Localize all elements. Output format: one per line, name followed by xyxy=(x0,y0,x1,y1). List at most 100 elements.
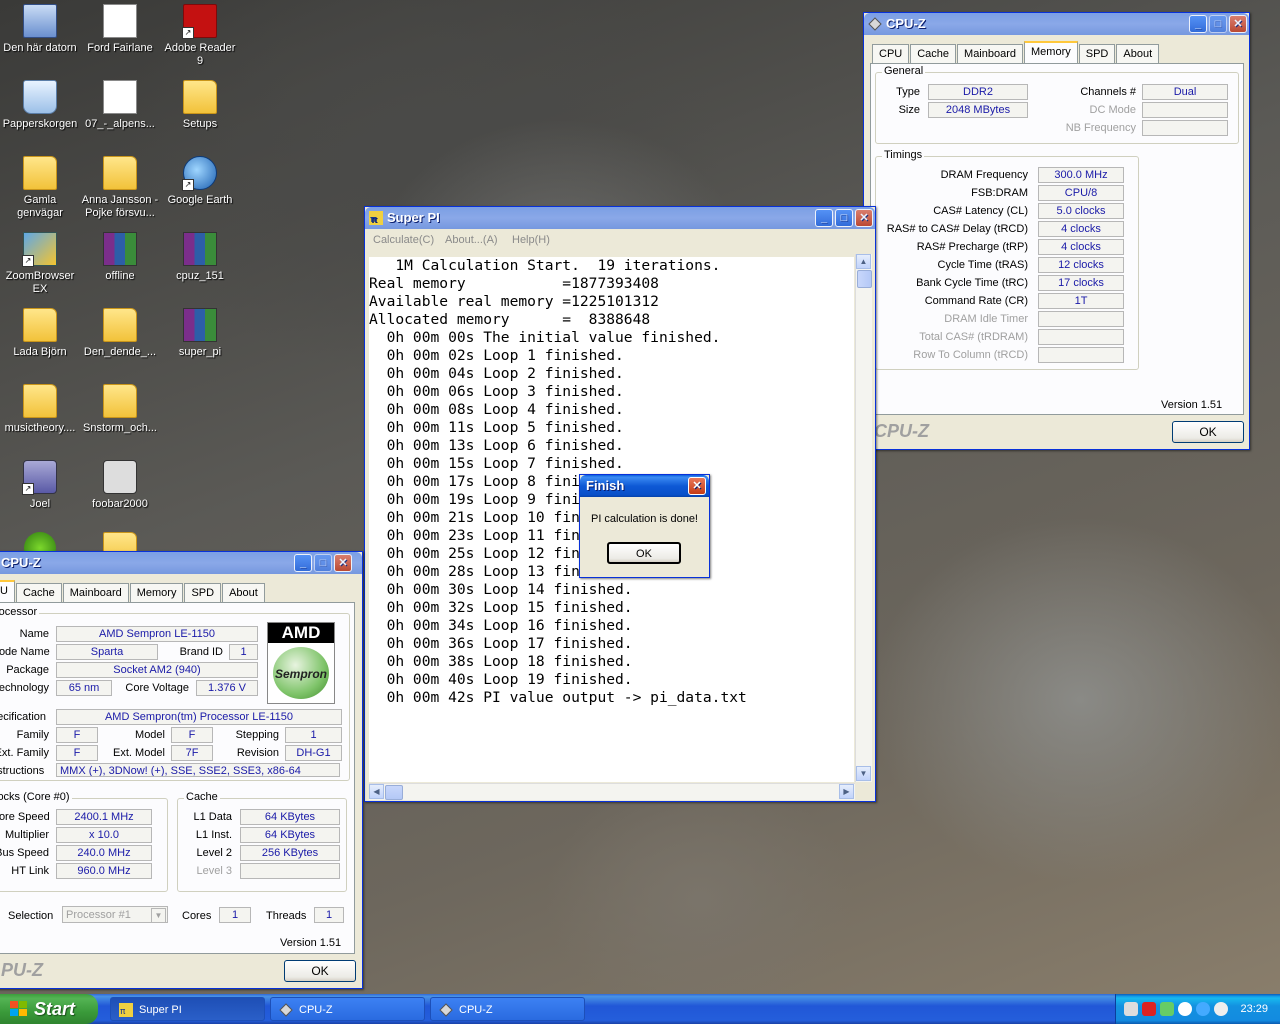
scroll-down-button[interactable]: ▼ xyxy=(856,766,871,781)
scroll-right-button[interactable]: ▶ xyxy=(839,784,854,799)
volume-icon[interactable] xyxy=(1124,1002,1138,1016)
menu-about[interactable]: About...(A) xyxy=(445,230,498,250)
desktop-icon[interactable]: ↗ Google Earth xyxy=(160,154,240,207)
rar-icon xyxy=(183,232,217,266)
desktop-icon[interactable]: ↗ ZoomBrowser EX xyxy=(0,230,80,296)
menu-calculate[interactable]: Calculate(C) xyxy=(373,230,434,250)
desktop-icon[interactable]: Setups xyxy=(160,78,240,131)
desktop-icon[interactable]: ↗ Adobe Reader 9 xyxy=(160,2,240,68)
desktop-icon[interactable]: Anna Jansson - Pojke försvu... xyxy=(80,154,160,220)
bluetooth-icon[interactable] xyxy=(1214,1002,1228,1016)
tab-mainboard[interactable]: Mainboard xyxy=(957,44,1024,64)
update-icon[interactable] xyxy=(1196,1002,1210,1016)
package-label: Package xyxy=(6,664,49,676)
desktop-icon[interactable]: super_pi xyxy=(160,306,240,359)
tab-spd[interactable]: SPD xyxy=(184,583,222,603)
horizontal-scrollbar[interactable]: ◀ ▶ xyxy=(369,783,855,800)
model-value: F xyxy=(171,727,213,743)
cpuz-cpu-titlebar[interactable]: CPU-Z _ □ ✕ xyxy=(0,552,362,574)
finish-titlebar[interactable]: Finish ✕ xyxy=(580,475,709,497)
core-speed-value: 2400.1 MHz xyxy=(56,809,152,825)
processor-select[interactable]: Processor #1 ▼ xyxy=(62,906,168,923)
cache-group: Cache L1 Data 64 KBytes L1 Inst. 64 KByt… xyxy=(177,791,347,892)
ok-button[interactable]: OK xyxy=(607,542,681,564)
tab-cpu[interactable]: U xyxy=(0,580,15,604)
desktop-icon[interactable]: Den här datorn xyxy=(0,2,80,55)
desktop-icon[interactable]: Lada Björn xyxy=(0,306,80,359)
clock[interactable]: 23:29 xyxy=(1240,994,1268,1024)
desktop-icon[interactable]: foobar2000 xyxy=(80,458,160,511)
desktop-icon[interactable]: ↗ Joel xyxy=(0,458,80,511)
hscroll-thumb[interactable] xyxy=(385,785,403,800)
maximize-button[interactable]: □ xyxy=(1209,15,1227,33)
desktop-icon[interactable]: Ford Fairlane xyxy=(80,2,160,55)
desktop-icon[interactable]: offline xyxy=(80,230,160,283)
finish-dialog[interactable]: Finish ✕ PI calculation is done! OK xyxy=(579,474,710,578)
tab-cache[interactable]: Cache xyxy=(15,583,62,603)
timing-value xyxy=(1038,329,1124,345)
cpuz-memory-titlebar[interactable]: CPU-Z _ □ ✕ xyxy=(864,13,1249,35)
tab-about[interactable]: About xyxy=(1116,44,1160,64)
multiplier-value: x 10.0 xyxy=(56,827,152,843)
menu-help[interactable]: Help(H) xyxy=(512,230,550,250)
desktop-icon[interactable]: musictheory.... xyxy=(0,382,80,435)
close-button[interactable]: ✕ xyxy=(334,554,352,572)
close-button[interactable]: ✕ xyxy=(688,477,706,495)
taskbar-item-cpuz-2[interactable]: CPU-Z xyxy=(430,997,585,1021)
tab-spd[interactable]: SPD xyxy=(1078,44,1116,64)
windows-flag-icon xyxy=(10,1001,27,1016)
timing-label: Bank Cycle Time (tRC) xyxy=(916,277,1028,289)
desktop-icon-label: musictheory.... xyxy=(4,422,76,434)
vertical-scrollbar[interactable]: ▲ ▼ xyxy=(855,254,872,782)
minimize-button[interactable]: _ xyxy=(294,554,312,572)
minimize-button[interactable]: _ xyxy=(815,209,833,227)
desktop-icon[interactable]: Papperskorgen xyxy=(0,78,80,131)
console-line: 0h 00m 11s Loop 5 finished. xyxy=(369,419,624,436)
desktop-icon-label: Den här datorn xyxy=(3,42,77,54)
tab-cache[interactable]: Cache xyxy=(910,44,957,64)
desktop-icon[interactable]: cpuz_151 xyxy=(160,230,240,283)
maximize-button[interactable]: □ xyxy=(835,209,853,227)
tab-cpu[interactable]: CPU xyxy=(872,44,910,64)
scroll-left-button[interactable]: ◀ xyxy=(369,784,384,799)
core-speed-label: Core Speed xyxy=(0,811,50,823)
cores-label: Cores xyxy=(182,910,212,922)
cpuz-tabs: CPU Cache Mainboard Memory SPD About xyxy=(872,41,1160,65)
instructions-value: MMX (+), 3DNow! (+), SSE, SSE2, SSE3, x8… xyxy=(56,763,340,777)
ok-button[interactable]: OK xyxy=(1172,421,1244,443)
desktop-icon[interactable]: Gamla genvägar xyxy=(0,154,80,220)
cpuz-memory-window[interactable]: CPU-Z _ □ ✕ CPU Cache Mainboard Memory S… xyxy=(863,12,1250,450)
network-icon[interactable] xyxy=(1160,1002,1174,1016)
desktop-icon[interactable]: Den_dende_... xyxy=(80,306,160,359)
cpuz-tabs: U Cache Mainboard Memory SPD About xyxy=(0,580,266,604)
zoombrowser-icon: ↗ xyxy=(22,232,57,267)
security-icon[interactable] xyxy=(1178,1002,1192,1016)
minimize-button[interactable]: _ xyxy=(1189,15,1207,33)
timing-label: FSB:DRAM xyxy=(971,187,1028,199)
tab-mainboard[interactable]: Mainboard xyxy=(62,583,129,603)
l1-inst-value: 64 KBytes xyxy=(240,827,340,843)
superpi-titlebar[interactable]: π Super PI _ □ ✕ xyxy=(365,207,875,229)
tab-memory[interactable]: Memory xyxy=(129,583,184,603)
close-button[interactable]: ✕ xyxy=(855,209,873,227)
scroll-thumb[interactable] xyxy=(857,270,872,288)
desktop-icon-label: Google Earth xyxy=(167,194,233,206)
scroll-up-button[interactable]: ▲ xyxy=(856,254,871,269)
chevron-down-icon[interactable]: ▼ xyxy=(151,908,166,923)
desktop-icon-label: 07_-_alpens... xyxy=(85,118,155,130)
start-button[interactable]: Start xyxy=(0,994,98,1024)
desktop-icon[interactable]: Snstorm_och... xyxy=(80,382,160,435)
tab-about[interactable]: About xyxy=(222,583,265,603)
desktop-icon[interactable]: 07_-_alpens... xyxy=(80,78,160,131)
tab-memory[interactable]: Memory xyxy=(1024,41,1078,65)
core-voltage-label: Core Voltage xyxy=(125,682,189,694)
taskbar-item-superpi[interactable]: π Super PI xyxy=(110,997,265,1021)
maximize-button[interactable]: □ xyxy=(314,554,332,572)
cpuz-cpu-window[interactable]: CPU-Z _ □ ✕ U Cache Mainboard Memory SPD… xyxy=(0,551,363,989)
ati-icon[interactable] xyxy=(1142,1002,1156,1016)
timing-value: 4 clocks xyxy=(1038,221,1124,237)
ok-button[interactable]: OK xyxy=(284,960,356,982)
close-button[interactable]: ✕ xyxy=(1229,15,1247,33)
taskbar-item-cpuz-1[interactable]: CPU-Z xyxy=(270,997,425,1021)
desktop-icon-label: Den_dende_... xyxy=(83,346,157,358)
